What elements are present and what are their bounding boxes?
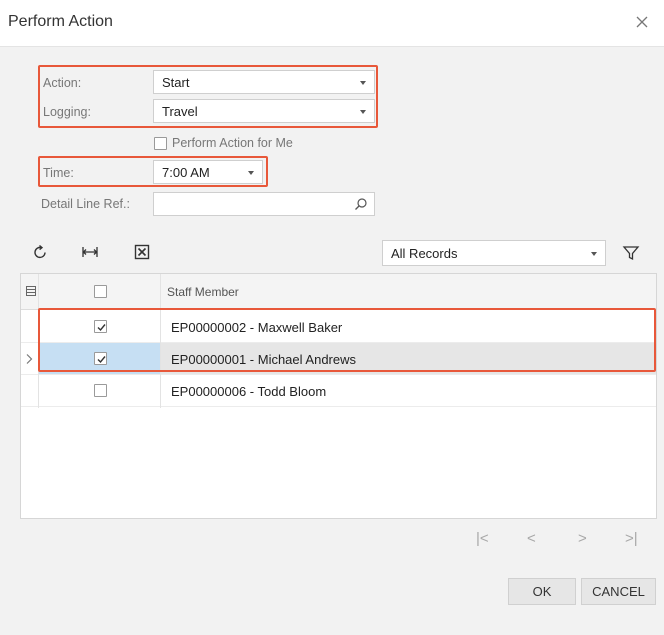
ok-button[interactable]: OK (508, 578, 576, 605)
export-excel-icon[interactable] (133, 243, 151, 261)
close-icon[interactable] (632, 12, 652, 32)
row-selector-icon[interactable] (25, 285, 37, 297)
refresh-icon[interactable] (32, 243, 50, 261)
perform-for-me-checkbox[interactable] (154, 137, 167, 150)
dialog-title: Perform Action (8, 13, 113, 30)
pager-prev-button[interactable]: < (527, 530, 536, 547)
search-icon[interactable] (354, 197, 368, 211)
select-all-checkbox[interactable] (94, 285, 107, 298)
grid-header: Staff Member (21, 274, 656, 310)
perform-action-dialog: Perform Action Action: Start Logging: Tr… (0, 0, 664, 635)
perform-for-me-label: Perform Action for Me (172, 136, 293, 150)
col-staff-member[interactable]: Staff Member (167, 285, 239, 299)
detail-line-label: Detail Line Ref.: (41, 197, 130, 211)
chevron-down-icon (591, 252, 597, 256)
pager-next-button[interactable]: > (578, 530, 587, 547)
detail-line-input[interactable] (153, 192, 375, 216)
fit-columns-icon[interactable] (81, 243, 99, 261)
row-checkbox[interactable] (94, 384, 107, 397)
dialog-titlebar: Perform Action (0, 0, 664, 47)
filter-icon[interactable] (622, 244, 640, 262)
records-filter-select[interactable]: All Records (382, 240, 606, 266)
records-filter-value: All Records (391, 246, 458, 261)
staff-member-cell: EP00000006 - Todd Bloom (171, 384, 327, 399)
cancel-button[interactable]: CANCEL (581, 578, 656, 605)
time-highlight (38, 156, 268, 187)
chevron-right-icon (24, 353, 34, 365)
rows-highlight (38, 308, 656, 372)
pager-first-button[interactable]: |< (476, 530, 489, 547)
pager-last-button[interactable]: >| (625, 530, 638, 547)
table-row[interactable]: EP00000006 - Todd Bloom (21, 375, 656, 407)
action-logging-highlight (38, 65, 378, 128)
